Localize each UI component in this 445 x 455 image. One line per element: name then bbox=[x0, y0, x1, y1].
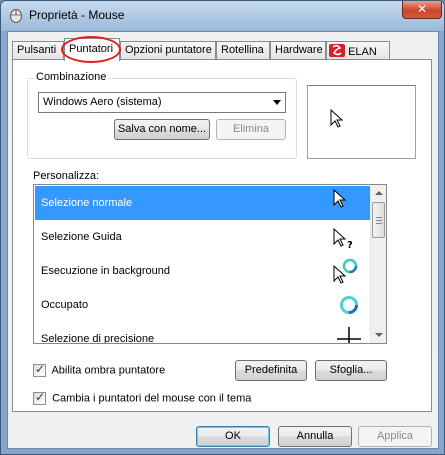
pointer-shadow-option[interactable]: ✓ Abilita ombra puntatore bbox=[33, 362, 166, 377]
delete-label: Elimina bbox=[232, 123, 270, 135]
grip-line bbox=[376, 220, 382, 221]
list-item-esecuzione-in-background[interactable]: Esecuzione in background bbox=[35, 254, 373, 288]
elan-logo-icon bbox=[329, 44, 345, 57]
scheme-select[interactable]: Windows Aero (sistema) bbox=[38, 92, 286, 113]
ok-label: OK bbox=[225, 430, 241, 442]
title-bar[interactable]: Proprietà - Mouse ✕ bbox=[1, 1, 444, 31]
tab-pulsanti[interactable]: Pulsanti bbox=[12, 41, 64, 60]
pointer-shadow-checkbox[interactable]: ✓ bbox=[33, 362, 46, 377]
svg-text:?: ? bbox=[347, 240, 353, 250]
dialog-footer: OK Annulla Applica bbox=[8, 414, 438, 448]
grip-line bbox=[376, 223, 382, 224]
arrow-cursor-icon bbox=[333, 189, 347, 208]
window-title: Proprietà - Mouse bbox=[29, 8, 125, 22]
close-icon: ✕ bbox=[416, 2, 428, 16]
apply-label: Applica bbox=[376, 430, 414, 442]
busy-cursor-icon bbox=[340, 296, 358, 314]
delete-button[interactable]: Elimina bbox=[216, 119, 286, 140]
theme-pointers-option[interactable]: ✓ Cambia i puntatori del mouse con il te… bbox=[33, 390, 252, 405]
dialog-body: Pulsanti Puntatori Opzioni puntatore Rot… bbox=[7, 31, 439, 449]
cursor-preview bbox=[307, 85, 416, 159]
scheme-group-label: Combinazione bbox=[34, 71, 109, 83]
close-button[interactable]: ✕ bbox=[402, 1, 442, 19]
checkmark-icon: ✓ bbox=[35, 390, 46, 404]
tab-puntatori[interactable]: Puntatori bbox=[61, 36, 121, 63]
grip-line bbox=[376, 217, 382, 218]
mouse-properties-window: Proprietà - Mouse ✕ Pulsanti Puntatori O… bbox=[0, 0, 445, 455]
tab-hardware[interactable]: Hardware bbox=[270, 41, 326, 60]
tab-elan[interactable]: ELAN bbox=[326, 41, 390, 60]
tab-label: Hardware bbox=[275, 44, 323, 56]
list-item-selezione-di-precisione[interactable]: Selezione di precisione bbox=[35, 322, 373, 344]
scroll-down-icon[interactable] bbox=[375, 333, 383, 337]
ok-button[interactable]: OK bbox=[196, 426, 270, 447]
tab-label: Opzioni puntatore bbox=[125, 44, 212, 56]
tab-label: Puntatori bbox=[69, 43, 114, 55]
list-item-label: Occupato bbox=[41, 299, 89, 311]
tab-opzioni-puntatore[interactable]: Opzioni puntatore bbox=[120, 41, 216, 60]
save-as-label: Salva con nome... bbox=[117, 123, 207, 135]
theme-pointers-label: Cambia i puntatori del mouse con il tema bbox=[52, 392, 252, 405]
tab-label: ELAN bbox=[348, 46, 377, 58]
help-cursor-icon: ? bbox=[333, 228, 353, 250]
tab-label: Rotellina bbox=[221, 44, 264, 56]
cursor-list[interactable]: Selezione normale Selezione Guida ? Esec… bbox=[33, 184, 387, 344]
list-item-occupato[interactable]: Occupato bbox=[35, 288, 373, 322]
pointer-shadow-label: Abilita ombra puntatore bbox=[51, 364, 166, 377]
customize-label: Personalizza: bbox=[33, 170, 100, 182]
browse-button[interactable]: Sfoglia... bbox=[315, 360, 387, 381]
cancel-label: Annulla bbox=[296, 430, 334, 442]
tab-label: Pulsanti bbox=[17, 44, 57, 56]
scroll-up-icon[interactable] bbox=[375, 191, 383, 195]
puntatori-panel: Combinazione Windows Aero (sistema) Salv… bbox=[12, 59, 432, 412]
save-as-button[interactable]: Salva con nome... bbox=[114, 119, 210, 140]
apply-button[interactable]: Applica bbox=[358, 426, 432, 447]
scheme-group: Combinazione Windows Aero (sistema) Salv… bbox=[27, 71, 297, 159]
mouse-icon bbox=[10, 9, 22, 23]
list-item-label: Esecuzione in background bbox=[41, 265, 171, 277]
default-label: Predefinita bbox=[244, 364, 298, 376]
default-button[interactable]: Predefinita bbox=[235, 360, 307, 381]
chevron-down-icon bbox=[273, 100, 281, 105]
scheme-select-value: Windows Aero (sistema) bbox=[43, 96, 162, 108]
tab-rotellina[interactable]: Rotellina bbox=[216, 41, 270, 60]
arrow-cursor-icon bbox=[330, 109, 344, 128]
list-item-label: Selezione normale bbox=[41, 197, 133, 209]
checkmark-icon: ✓ bbox=[35, 362, 46, 376]
list-item-label: Selezione di precisione bbox=[41, 333, 155, 344]
scrollbar-thumb[interactable] bbox=[372, 202, 385, 238]
cancel-button[interactable]: Annulla bbox=[278, 426, 352, 447]
crosshair-cursor-icon bbox=[337, 327, 361, 343]
list-item-selezione-normale[interactable]: Selezione normale bbox=[35, 186, 373, 220]
theme-pointers-checkbox[interactable]: ✓ bbox=[33, 390, 46, 405]
list-item-selezione-guida[interactable]: Selezione Guida ? bbox=[35, 220, 373, 254]
working-in-background-cursor-icon bbox=[333, 258, 358, 284]
browse-label: Sfoglia... bbox=[329, 364, 373, 376]
list-item-label: Selezione Guida bbox=[41, 231, 122, 243]
list-scrollbar[interactable] bbox=[370, 185, 386, 343]
